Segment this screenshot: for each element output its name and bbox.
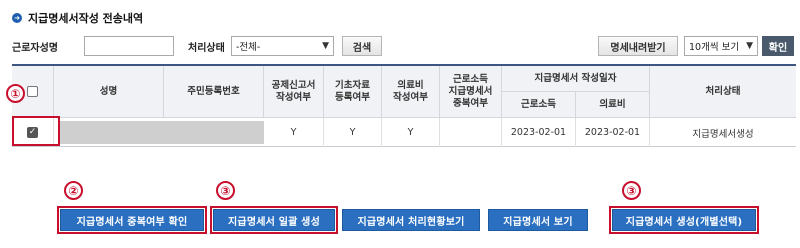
duplicate-check-value (440, 118, 502, 147)
medical-expense-value: Y (382, 118, 440, 147)
annotation-box-duplicate-check (57, 206, 207, 234)
status-select[interactable]: -전체- ▼ (231, 36, 334, 56)
status-label: 처리상태 (188, 43, 225, 54)
header-earned-income: 근로소득 (502, 92, 576, 118)
status-select-value: -전체- (236, 42, 261, 53)
header-basic-data: 기초자료 등록여부 (324, 66, 382, 118)
annotation-box-bulk-create (210, 206, 338, 234)
annotation-marker-1: ① (6, 84, 25, 103)
confirm-button[interactable]: 확인 (762, 36, 794, 56)
worker-name-input[interactable] (84, 36, 174, 56)
header-medical-expense: 의료비 작성여부 (382, 66, 440, 118)
basic-data-value: Y (324, 118, 382, 147)
page-size-select[interactable]: 10개씩 보기 ▼ (684, 36, 758, 56)
annotation-marker-3b: ③ (622, 181, 641, 200)
header-creation-date-group: 지급명세서 작성일자 (502, 66, 650, 92)
header-status: 처리상태 (650, 66, 796, 118)
section-title: ➜ 지급명세서작성 전송내역 (12, 10, 143, 26)
page-size-value: 10개씩 보기 (689, 42, 740, 53)
annotation-marker-2: ② (64, 181, 83, 200)
processing-status-button[interactable]: 지급명세서 처리현황보기 (342, 209, 480, 231)
filter-bar: 근로자성명 처리상태 -전체- ▼ 검색 명세내려받기 10개씩 보기 ▼ 확인 (12, 36, 794, 56)
download-button[interactable]: 명세내려받기 (598, 36, 678, 56)
header-deduction-report: 공제신고서 작성여부 (264, 66, 324, 118)
header-rrn: 주민등록번호 (164, 66, 264, 118)
redacted-name-rrn (58, 121, 264, 144)
header-duplicate-check: 근로소득 지급명세서 중복여부 (440, 66, 502, 118)
history-table: 성명 주민등록번호 공제신고서 작성여부 기초자료 등록여부 의료비 작성여부 … (12, 64, 796, 147)
search-button[interactable]: 검색 (342, 36, 382, 56)
worker-name-label: 근로자성명 (12, 43, 58, 54)
header-name: 성명 (54, 66, 164, 118)
page-title: 지급명세서작성 전송내역 (28, 12, 144, 25)
select-all-checkbox[interactable] (27, 86, 38, 97)
status-value: 지급명세서생성 (692, 128, 754, 140)
chevron-down-icon: ▼ (322, 41, 329, 51)
annotation-box-checkbox (12, 116, 60, 146)
annotation-box-create-selected (609, 206, 759, 234)
earned-income-date: 2023-02-01 (502, 118, 576, 147)
annotation-marker-3a: ③ (216, 181, 235, 200)
medical-date: 2023-02-01 (576, 118, 650, 147)
view-statement-button[interactable]: 지급명세서 보기 (488, 209, 588, 231)
chevron-down-icon: ▼ (746, 41, 753, 51)
deduction-report-value: Y (264, 118, 324, 147)
header-medical: 의료비 (576, 92, 650, 118)
arrow-circle-icon: ➜ (12, 13, 22, 23)
